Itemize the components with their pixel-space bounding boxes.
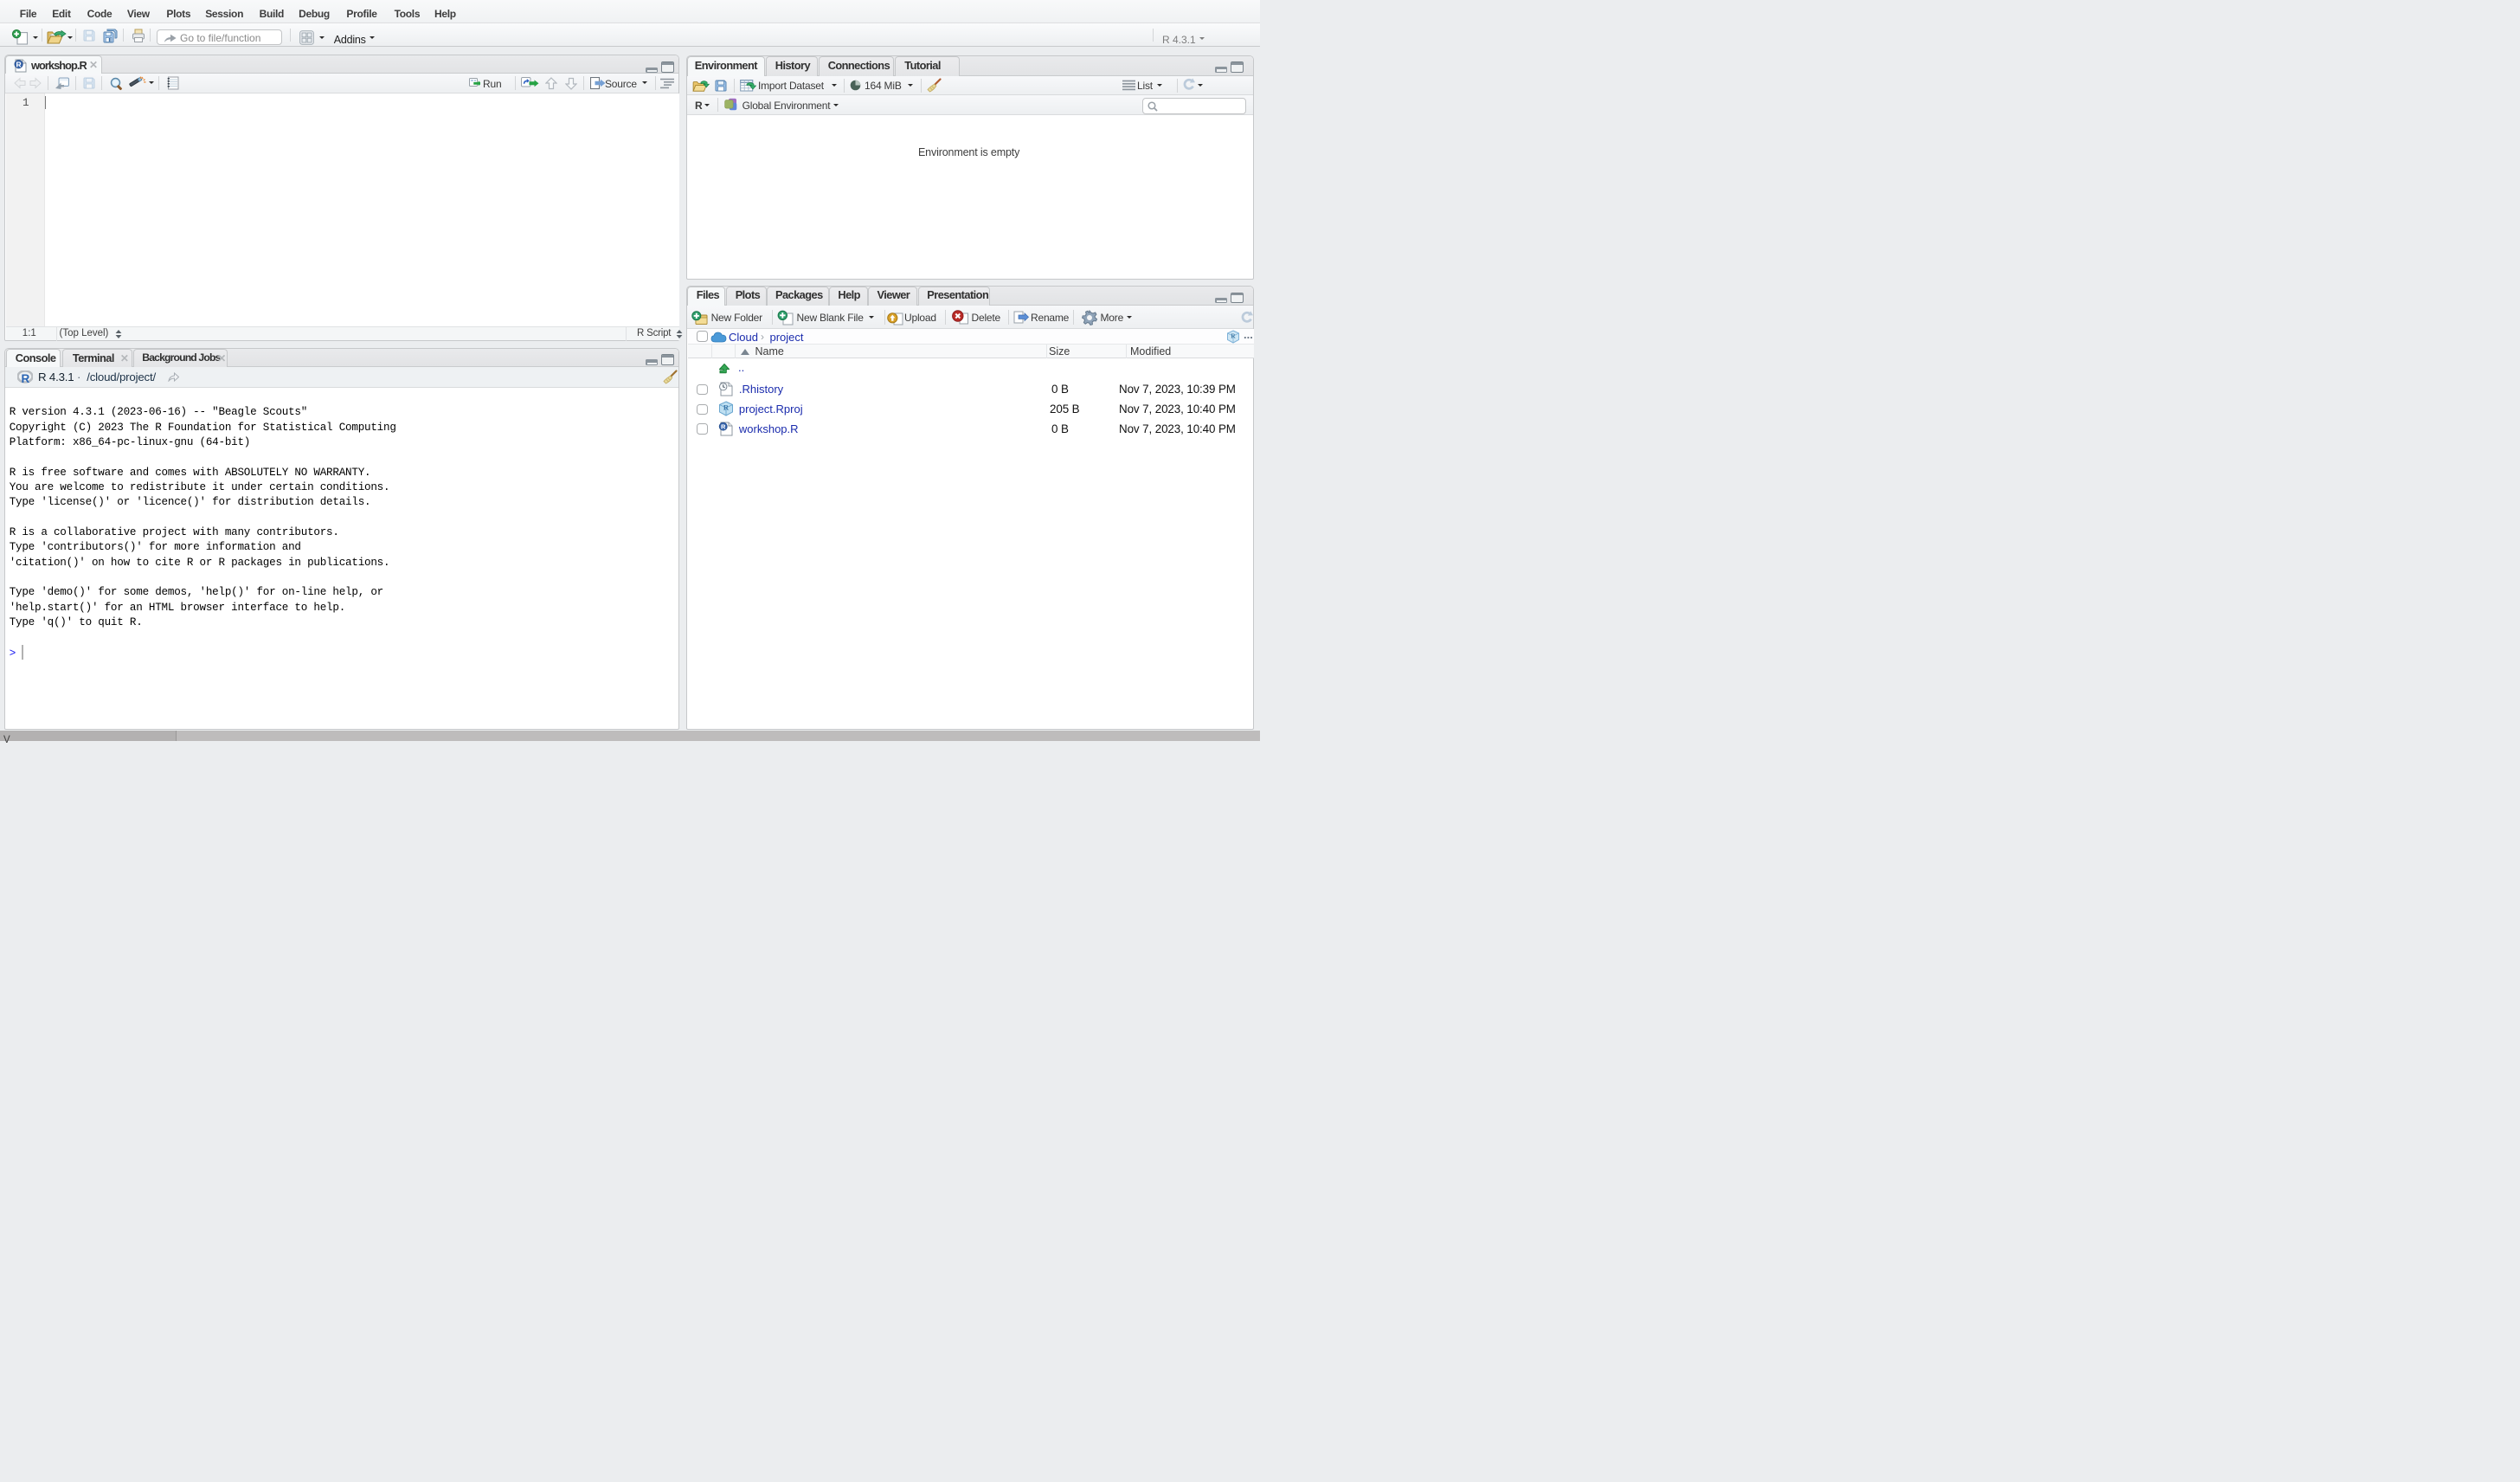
svg-text:R: R: [16, 61, 22, 69]
svg-text:R: R: [723, 403, 730, 412]
svg-text:R: R: [1231, 332, 1236, 340]
svg-text:R: R: [721, 422, 726, 430]
svg-text:R: R: [22, 372, 30, 384]
